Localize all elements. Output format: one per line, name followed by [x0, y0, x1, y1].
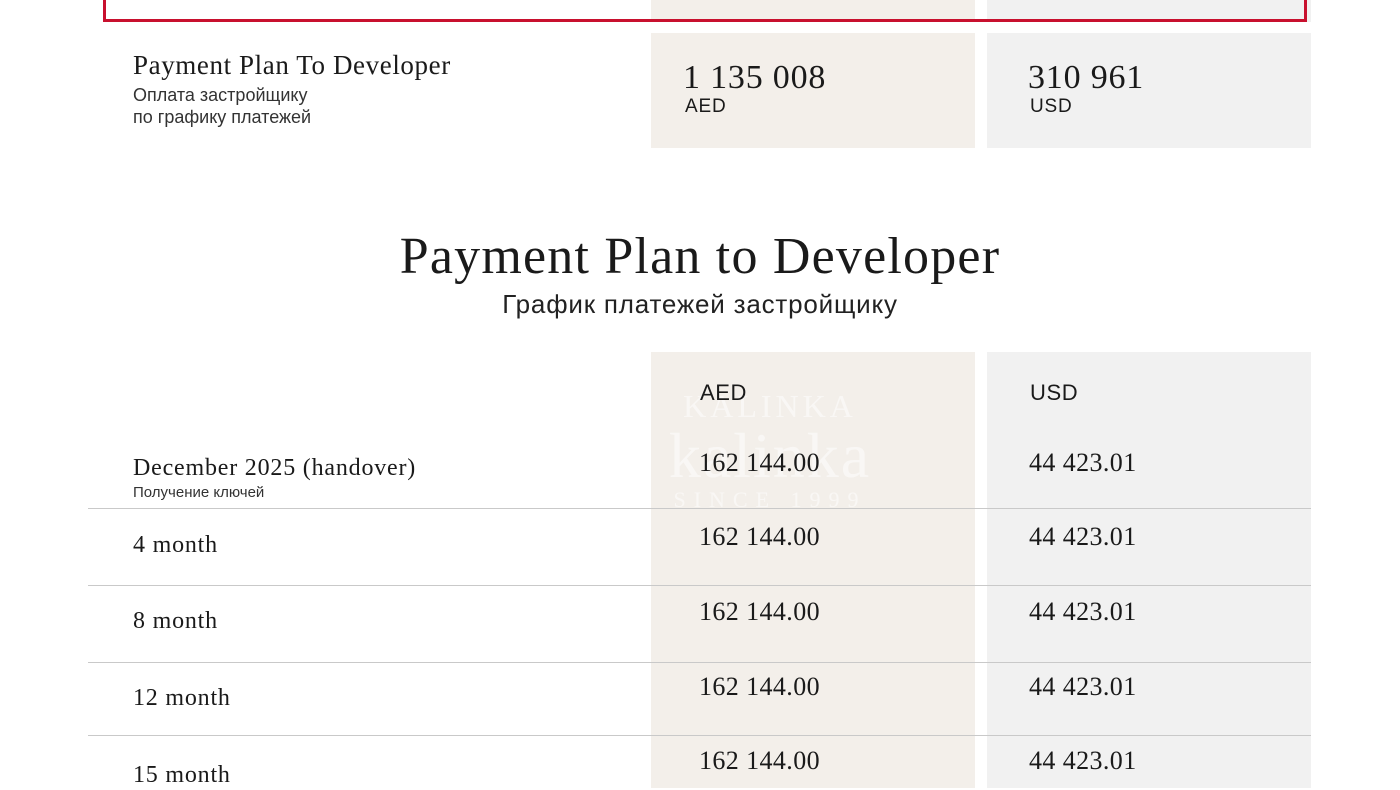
row-value-usd: 44 423.01 [1029, 522, 1137, 551]
summary-label: Payment Plan To Developer Оплата застрой… [133, 48, 451, 128]
summary-subtitle-line1: Оплата застройщику [133, 85, 308, 105]
row-value-aed: 162 144.00 [699, 746, 820, 775]
row-value-aed: 162 144.00 [699, 448, 820, 477]
row-divider [88, 585, 1311, 586]
row-value-aed: 162 144.00 [699, 597, 820, 626]
aed-column-background [651, 352, 975, 788]
summary-aed-cell: 1 135 008 AED [651, 33, 975, 148]
row-value-usd: 44 423.01 [1029, 746, 1137, 775]
summary-aed-currency: AED [685, 96, 727, 117]
summary-usd-amount: 310 961 [1028, 59, 1145, 96]
summary-usd-cell: 310 961 USD [987, 33, 1311, 148]
summary-usd-currency: USD [1030, 96, 1073, 117]
row-label: 15 month [133, 762, 231, 788]
row-label: 4 month [133, 532, 218, 558]
row-value-usd: 44 423.01 [1029, 448, 1137, 477]
highlight-frame [103, 0, 1307, 22]
row-value-aed: 162 144.00 [699, 522, 820, 551]
row-divider [88, 735, 1311, 736]
row-label: 12 month [133, 685, 231, 711]
row-sublabel: Получение ключей [133, 484, 265, 501]
column-header-aed: AED [700, 380, 748, 405]
row-value-usd: 44 423.01 [1029, 597, 1137, 626]
column-header-usd: USD [1030, 380, 1079, 405]
summary-aed-amount: 1 135 008 [683, 59, 827, 96]
page-subtitle: График платежей застройщику [502, 289, 898, 319]
row-label: December 2025 (handover) [133, 455, 417, 481]
row-value-aed: 162 144.00 [699, 672, 820, 701]
row-value-usd: 44 423.01 [1029, 672, 1137, 701]
summary-title: Payment Plan To Developer [133, 50, 451, 80]
row-divider [88, 508, 1311, 509]
summary-subtitle-line2: по графику платежей [133, 107, 312, 127]
usd-column-background [987, 352, 1311, 788]
page-title: Payment Plan to Developer [399, 228, 1001, 285]
row-label: 8 month [133, 608, 218, 634]
row-divider [88, 662, 1311, 663]
